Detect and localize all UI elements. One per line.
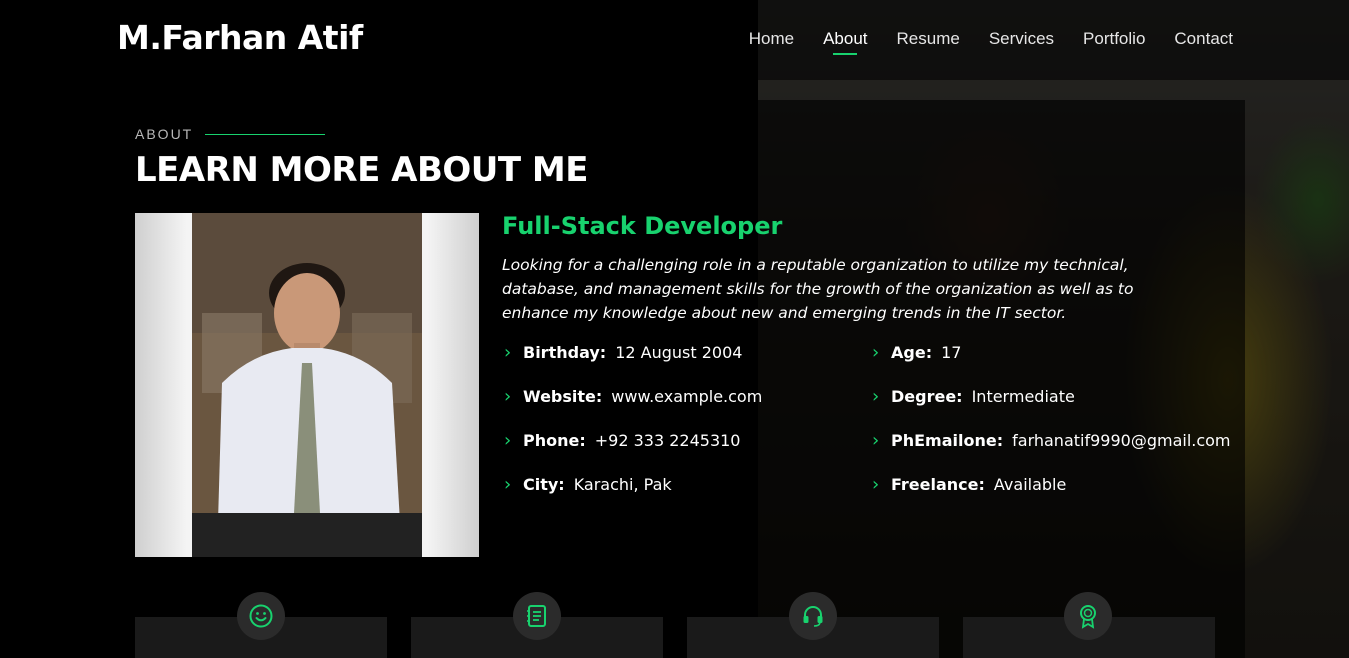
fact-key: City:: [523, 474, 565, 494]
fact-key: Degree:: [891, 386, 963, 406]
fact-freelance: › Freelance: Available: [872, 472, 1066, 496]
chevron-right-icon: ›: [872, 341, 880, 363]
fact-key: Birthday:: [523, 342, 607, 362]
fact-degree: › Degree: Intermediate: [872, 384, 1075, 408]
fact-value: Karachi, Pak: [573, 474, 672, 494]
fact-email: › PhEmailone: farhanatif9990@gmail.com: [872, 428, 1231, 452]
fact-value: Available: [993, 474, 1067, 494]
profile-photo: [192, 213, 422, 557]
chevron-right-icon: ›: [872, 429, 880, 451]
smiley-icon: [237, 592, 285, 640]
nav-about[interactable]: About: [823, 29, 868, 57]
fact-key: PhEmailone:: [891, 430, 1004, 450]
chevron-right-icon: ›: [872, 473, 880, 495]
chevron-right-icon: ›: [504, 429, 512, 451]
fact-key: Website:: [523, 386, 603, 406]
smiley-icon-glyph: [249, 604, 273, 628]
fact-birthday: › Birthday: 12 August 2004: [504, 340, 742, 364]
fact-city: › City: Karachi, Pak: [504, 472, 672, 496]
fact-website: › Website: www.example.com: [504, 384, 762, 408]
nav-home[interactable]: Home: [749, 29, 794, 57]
site-logo[interactable]: M.Farhan Atif: [117, 18, 363, 57]
nav-portfolio[interactable]: Portfolio: [1083, 29, 1145, 57]
chevron-right-icon: ›: [872, 385, 880, 407]
journal-icon-glyph: [527, 605, 546, 627]
fact-key: Freelance:: [891, 474, 985, 494]
fact-value[interactable]: farhanatif9990@gmail.com: [1012, 431, 1230, 450]
chevron-right-icon: ›: [504, 473, 512, 495]
intro-text: Looking for a challenging role in a repu…: [502, 256, 1134, 322]
fact-key: Phone:: [523, 430, 586, 450]
award-icon: [1064, 592, 1112, 640]
fact-value[interactable]: www.example.com: [611, 387, 762, 406]
profile-picture-frame: [135, 213, 479, 557]
background-photo: [758, 0, 1349, 658]
chevron-right-icon: ›: [504, 385, 512, 407]
main-nav: Home About Resume Services Portfolio Con…: [720, 29, 1233, 57]
headset-icon-glyph: [803, 606, 823, 627]
chevron-right-icon: ›: [504, 341, 512, 363]
section-label-line: [205, 133, 326, 135]
job-title: Full-Stack Developer: [502, 212, 783, 240]
fact-phone: › Phone: +92 333 2245310: [504, 428, 740, 452]
fact-value: Intermediate: [971, 386, 1075, 406]
section-title: LEARN MORE ABOUT ME: [135, 150, 589, 190]
profile-photo-illustration: [192, 213, 422, 557]
fact-age: › Age: 17: [872, 340, 961, 364]
section-label: ABOUT: [135, 126, 326, 142]
journal-icon: [513, 592, 561, 640]
fact-key: Age:: [891, 342, 933, 362]
site-header: M.Farhan Atif Home About Resume Services…: [0, 0, 1349, 80]
nav-services[interactable]: Services: [989, 29, 1054, 57]
content-overlay-panel: [758, 100, 1245, 658]
fact-value: 12 August 2004: [615, 342, 743, 362]
award-icon-glyph: [1080, 605, 1096, 629]
fact-value: +92 333 2245310: [594, 430, 741, 450]
fact-value: 17: [941, 342, 962, 362]
nav-contact[interactable]: Contact: [1174, 29, 1233, 57]
headset-icon: [789, 592, 837, 640]
nav-resume[interactable]: Resume: [897, 29, 960, 57]
section-label-text: ABOUT: [135, 126, 194, 142]
